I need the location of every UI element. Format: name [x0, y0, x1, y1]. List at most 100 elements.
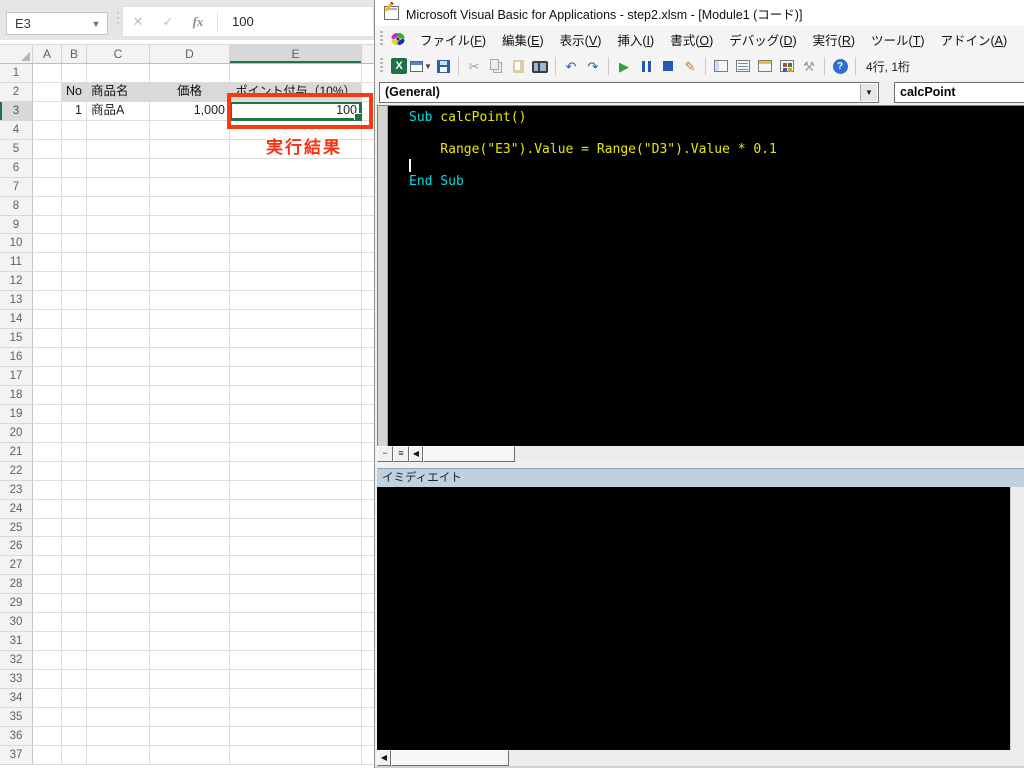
immediate-hscroll-thumb[interactable]	[391, 750, 509, 766]
cell-F14[interactable]	[362, 310, 374, 330]
cell-D2[interactable]: 価格	[150, 82, 230, 102]
row-header-29[interactable]: 29	[0, 594, 33, 614]
cell-A17[interactable]	[33, 367, 62, 386]
cell-D26[interactable]	[150, 537, 230, 557]
cell-C16[interactable]	[87, 348, 150, 367]
cell-B11[interactable]	[62, 253, 87, 273]
cell-D14[interactable]	[150, 310, 230, 330]
cell-B20[interactable]	[62, 423, 87, 443]
cell-E16[interactable]	[230, 348, 362, 367]
cell-E14[interactable]	[230, 310, 362, 330]
cell-B2[interactable]: No	[62, 82, 87, 102]
cell-B22[interactable]	[62, 461, 87, 481]
forms-icon[interactable]: ⚒	[798, 55, 820, 77]
cell-B9[interactable]	[62, 215, 87, 235]
cell-A4[interactable]	[33, 120, 62, 140]
cell-D32[interactable]	[150, 651, 230, 670]
immediate-window-body[interactable]	[377, 487, 1010, 750]
cell-C6[interactable]	[87, 158, 150, 178]
cell-C13[interactable]	[87, 291, 150, 311]
cell-D25[interactable]	[150, 518, 230, 538]
cell-C37[interactable]	[87, 745, 150, 765]
cell-B15[interactable]	[62, 329, 87, 349]
cell-E15[interactable]	[230, 329, 362, 349]
cell-A16[interactable]	[33, 348, 62, 367]
menu-8[interactable]: ツール(T)	[863, 26, 932, 53]
cell-F13[interactable]	[362, 291, 374, 311]
cell-B32[interactable]	[62, 651, 87, 670]
cell-A26[interactable]	[33, 537, 62, 557]
cell-A35[interactable]	[33, 707, 62, 727]
cell-D29[interactable]	[150, 594, 230, 614]
row-header-31[interactable]: 31	[0, 632, 33, 652]
cell-D3[interactable]: 1,000	[150, 101, 230, 121]
row-header-16[interactable]: 16	[0, 348, 33, 367]
cell-A9[interactable]	[33, 215, 62, 235]
row-header-28[interactable]: 28	[0, 575, 33, 595]
cell-F20[interactable]	[362, 424, 374, 443]
cell-D12[interactable]	[150, 272, 230, 292]
help-icon[interactable]: ?	[829, 55, 851, 77]
cell-D5[interactable]	[150, 139, 230, 159]
cell-A30[interactable]	[33, 613, 62, 633]
cell-E18[interactable]	[230, 385, 362, 405]
design-mode-icon[interactable]: ✎	[679, 55, 701, 77]
cell-C1[interactable]	[87, 64, 150, 83]
cell-F23[interactable]	[362, 481, 374, 500]
cell-B14[interactable]	[62, 310, 87, 330]
cell-E23[interactable]	[230, 480, 362, 500]
immediate-window-title[interactable]: イミディエイト	[377, 468, 1024, 487]
cell-D18[interactable]	[150, 385, 230, 405]
code-line-2[interactable]	[409, 126, 1024, 142]
cell-A24[interactable]	[33, 499, 62, 519]
row-header-5[interactable]: 5	[0, 139, 33, 159]
cell-C19[interactable]	[87, 404, 150, 424]
vba-titlebar[interactable]: Microsoft Visual Basic for Applications …	[375, 0, 1024, 26]
code-line-4[interactable]	[409, 158, 1024, 174]
code-editor[interactable]: Sub calcPoint() Range("E3").Value = Rang…	[377, 105, 1024, 446]
cell-D37[interactable]	[150, 745, 230, 765]
cell-C22[interactable]	[87, 461, 150, 481]
formula-input[interactable]: ✕ ✓ fx 100	[122, 6, 374, 37]
code-hscroll-thumb[interactable]	[423, 446, 515, 462]
code-horizontal-scrollbar[interactable]: ◀	[409, 446, 1024, 462]
menubar-grip[interactable]	[380, 31, 383, 47]
cell-B10[interactable]	[62, 234, 87, 254]
cell-C3[interactable]: 商品A	[87, 101, 150, 121]
cell-E31[interactable]	[230, 632, 362, 652]
cell-C33[interactable]	[87, 670, 150, 689]
cell-C4[interactable]	[87, 120, 150, 140]
cell-F30[interactable]	[362, 613, 374, 633]
immediate-horizontal-scrollbar[interactable]: ◀	[377, 750, 1024, 766]
enter-icon[interactable]: ✓	[153, 14, 183, 30]
cell-A25[interactable]	[33, 518, 62, 538]
cell-D17[interactable]	[150, 367, 230, 386]
cell-D22[interactable]	[150, 461, 230, 481]
cell-A21[interactable]	[33, 442, 62, 462]
cell-C26[interactable]	[87, 537, 150, 557]
row-header-22[interactable]: 22	[0, 461, 33, 481]
cell-E20[interactable]	[230, 423, 362, 443]
cell-B34[interactable]	[62, 688, 87, 708]
cell-E25[interactable]	[230, 518, 362, 538]
run-icon[interactable]: ▶	[613, 55, 635, 77]
cell-C11[interactable]	[87, 253, 150, 273]
menu-1[interactable]: ファイル(F)	[412, 26, 494, 53]
cell-C5[interactable]	[87, 139, 150, 159]
cell-C30[interactable]	[87, 613, 150, 633]
cell-B5[interactable]	[62, 139, 87, 159]
cell-D36[interactable]	[150, 726, 230, 746]
break-icon[interactable]	[635, 55, 657, 77]
cell-D15[interactable]	[150, 329, 230, 349]
cell-D7[interactable]	[150, 177, 230, 197]
cell-D16[interactable]	[150, 348, 230, 367]
cell-C36[interactable]	[87, 726, 150, 746]
row-header-23[interactable]: 23	[0, 480, 33, 500]
cell-F25[interactable]	[362, 519, 374, 538]
cell-F22[interactable]	[362, 462, 374, 481]
cell-D34[interactable]	[150, 688, 230, 708]
cell-C24[interactable]	[87, 499, 150, 519]
cell-D33[interactable]	[150, 670, 230, 689]
cell-E11[interactable]	[230, 253, 362, 273]
cell-F21[interactable]	[362, 443, 374, 462]
